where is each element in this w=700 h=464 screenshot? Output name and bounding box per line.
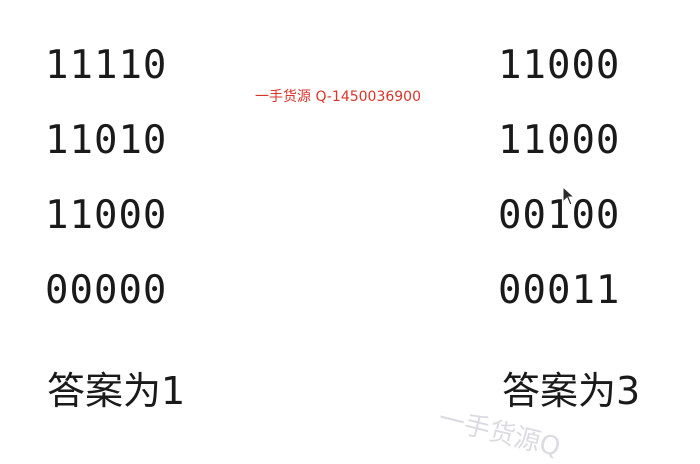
watermark-top: 一手货源 Q-1450036900 <box>255 89 421 105</box>
left-grid-row: 11000 <box>45 193 168 238</box>
right-grid: 11000 11000 00100 00011 <box>498 28 620 328</box>
right-grid-row: 00011 <box>498 268 621 313</box>
right-answer: 答案为3 <box>502 369 641 413</box>
left-grid: 11110 11010 11000 00000 <box>45 28 167 328</box>
slide-canvas: 11110 11010 11000 00000 11000 11000 0010… <box>0 0 700 463</box>
right-grid-row: 11000 <box>498 43 621 88</box>
left-grid-row: 00000 <box>45 268 168 313</box>
mouse-pointer-icon <box>562 186 576 206</box>
right-grid-row: 00100 <box>498 193 621 238</box>
right-grid-row: 11000 <box>498 118 621 163</box>
left-grid-row: 11110 <box>45 43 168 88</box>
left-grid-row: 11010 <box>45 118 168 163</box>
left-answer: 答案为1 <box>47 369 186 413</box>
